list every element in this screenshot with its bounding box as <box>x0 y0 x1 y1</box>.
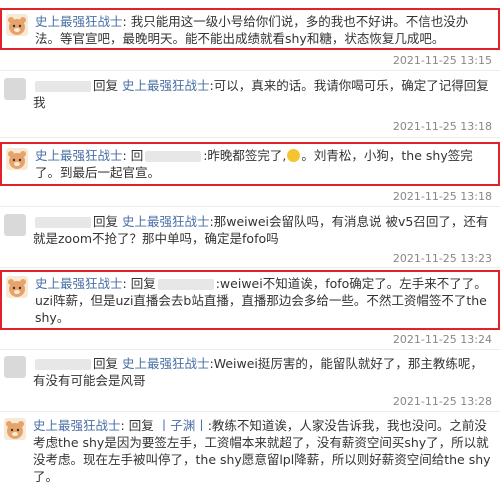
comment-timestamp: 2021-11-25 13:23 <box>392 252 492 265</box>
comment-item-5: 史上最强狂战士: 回复:weiwei不知道诶，fofo确定了。左手来不了了。uz… <box>0 270 500 330</box>
comment-item-4: 回复 史上最强狂战士:那weiwei会留队吗，有消息说 被v5召回了，还有就是z… <box>0 210 500 250</box>
reply-target-username[interactable]: 史上最强狂战士 <box>122 78 210 93</box>
bear-avatar-icon[interactable] <box>6 14 28 36</box>
grinning-emoji-icon <box>287 149 301 162</box>
comment-timestamp: 2021-11-25 13:28 <box>392 395 492 408</box>
blurred-username <box>35 217 91 228</box>
comment-username[interactable]: 史上最强狂战士 <box>35 276 123 291</box>
reply-prefix: 回复 <box>93 356 119 371</box>
reply-prefix: 回复 <box>93 214 119 229</box>
divider <box>0 267 500 268</box>
comment-username[interactable]: 史上最强狂战士 <box>35 148 123 163</box>
blurred-username <box>35 81 91 92</box>
comment-item-2: 回复 史上最强狂战士:可以，真来的话。我请你喝可乐，确定了记得回复我 <box>0 74 500 114</box>
comment-text: 回复 史上最强狂战士:那weiwei会留队吗，有消息说 被v5召回了，还有就是z… <box>33 213 494 247</box>
comment-item-3: 史上最强狂战士: 回:昨晚都签完了, 。刘青松，小狗，the shy签完了。到最后… <box>0 142 500 186</box>
comment-item-7: 史上最强狂战士: 回复 丨子渊丨:教练不知道诶，人家没告诉我，我也没问。之前没考… <box>0 414 500 488</box>
comment-timestamp: 2021-11-25 13:15 <box>392 54 492 67</box>
divider <box>0 349 500 350</box>
comment-text: 史上最强狂战士: 我只能用这一级小号给你们说，多的我也不好讲。不信也没办法。等官… <box>35 14 469 46</box>
blurred-avatar-icon[interactable] <box>4 78 26 100</box>
comment-text: 史上最强狂战士: 回复:weiwei不知道诶，fofo确定了。左手来不了了。uz… <box>35 276 487 325</box>
blurred-username <box>145 151 202 162</box>
comment-username[interactable]: 史上最强狂战士 <box>35 14 123 29</box>
reply-prefix: 回复 <box>128 418 154 433</box>
comment-timestamp: 2021-11-25 13:18 <box>392 120 492 133</box>
blurred-avatar-icon[interactable] <box>4 356 26 378</box>
comment-timestamp: 2021-11-25 13:24 <box>392 333 492 346</box>
reply-prefix: 回复 <box>130 276 156 291</box>
blurred-avatar-icon[interactable] <box>4 214 26 236</box>
comment-item-1: 史上最强狂战士: 我只能用这一级小号给你们说，多的我也不好讲。不信也没办法。等官… <box>0 8 500 50</box>
divider <box>0 206 500 207</box>
comment-content: :昨晚都签完了, <box>203 148 287 163</box>
comment-text: 回复 史上最强狂战士:可以，真来的话。我请你喝可乐，确定了记得回复我 <box>33 77 494 111</box>
comment-item-6: 回复 史上最强狂战士:Weiwei挺厉害的，能留队就好了，那主教练呢，有没有可能… <box>0 352 500 392</box>
divider <box>0 411 500 412</box>
bear-avatar-icon[interactable] <box>6 148 28 170</box>
comment-username[interactable]: 史上最强狂战士 <box>33 418 121 433</box>
reply-target-username[interactable]: 史上最强狂战士 <box>122 356 210 371</box>
comment-timestamp: 2021-11-25 13:18 <box>392 190 492 203</box>
reply-target-username[interactable]: 丨子渊丨 <box>158 418 208 433</box>
blurred-username <box>35 359 91 370</box>
divider <box>0 70 500 71</box>
blurred-username <box>157 279 214 290</box>
comment-text: 回复 史上最强狂战士:Weiwei挺厉害的，能留队就好了，那主教练呢，有没有可能… <box>33 355 494 389</box>
comment-text: 史上最强狂战士: 回:昨晚都签完了, 。刘青松，小狗，the shy签完了。到最后… <box>35 148 473 180</box>
comment-text: 史上最强狂战士: 回复 丨子渊丨:教练不知道诶，人家没告诉我，我也没问。之前没考… <box>33 418 491 484</box>
bear-avatar-icon[interactable] <box>6 276 28 298</box>
reply-target-username[interactable]: 史上最强狂战士 <box>122 214 210 229</box>
reply-prefix: 回复 <box>93 78 119 93</box>
divider <box>0 137 500 138</box>
reply-prefix: 回 <box>130 148 144 163</box>
bear-avatar-icon[interactable] <box>4 418 26 440</box>
